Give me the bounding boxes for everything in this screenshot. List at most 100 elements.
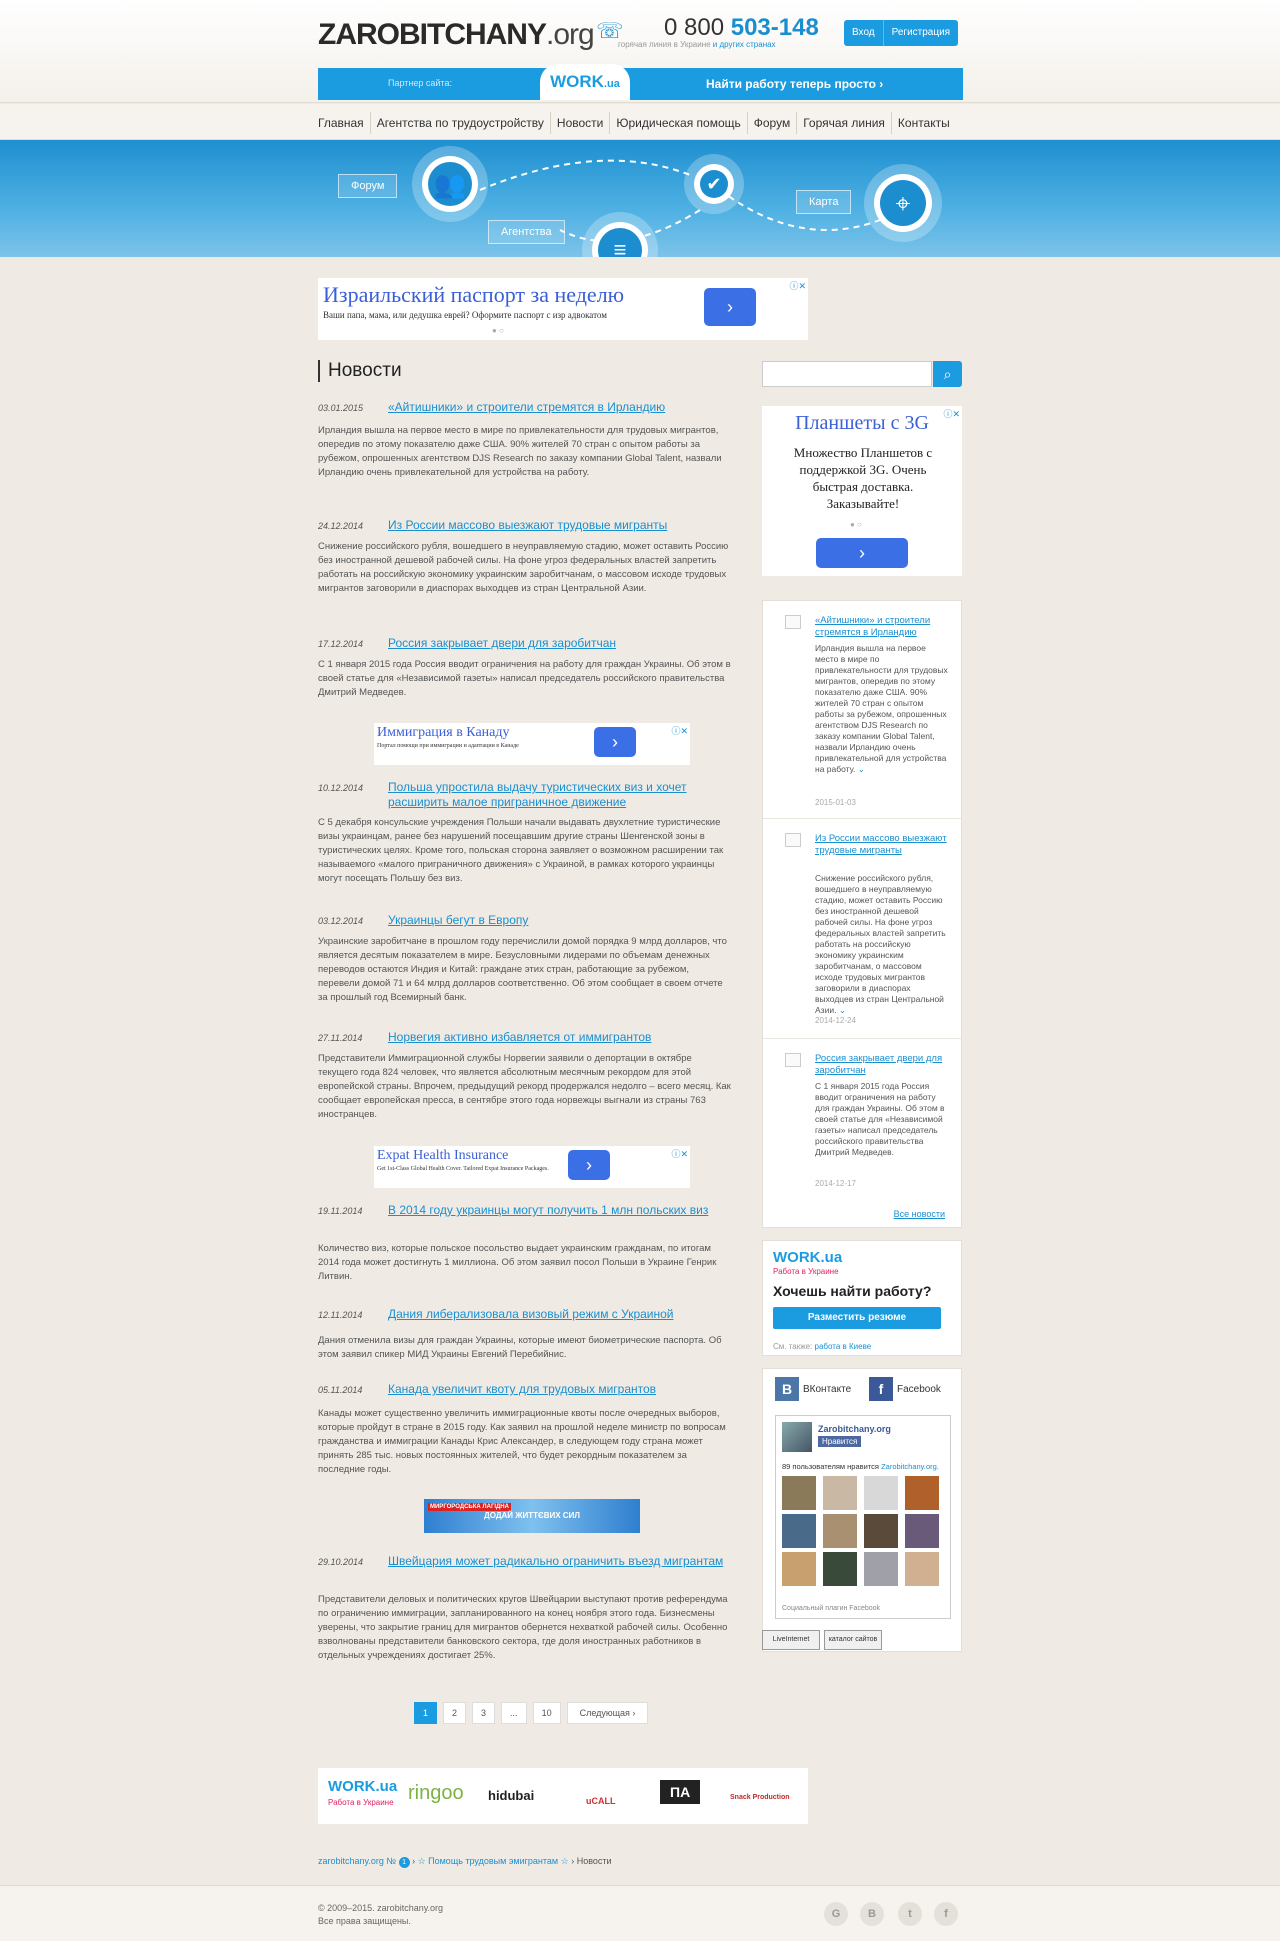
partner-cta[interactable]: Найти работу теперь просто › [706,77,883,91]
fb-like-button[interactable]: Нравится [818,1436,862,1447]
ad-banner-top[interactable]: Израильский паспорт за неделю Ваши папа,… [318,278,808,340]
ad-title[interactable]: Израильский паспорт за неделю [323,282,624,308]
avatar[interactable] [823,1514,857,1548]
nav-item-agencies[interactable]: Агентства по трудоустройству [369,112,550,134]
liveinternet-counter[interactable]: LiveInternet [762,1630,820,1650]
post-resume-button[interactable]: Разместить резюме [773,1307,941,1329]
page-10[interactable]: 10 [532,1702,561,1724]
ad-close-icon[interactable]: ⓘ✕ [789,279,806,292]
ad-banner-brand: МИРГОРОДСЬКА ЛАГІДНА [428,1503,511,1511]
partner-workua[interactable]: WORK.ua [328,1778,397,1795]
partner-hidubai[interactable]: hidubai [488,1788,534,1803]
sidebar-news-title[interactable]: «Айтишники» и строители стремятся в Ирла… [815,615,950,639]
news-title[interactable]: Из России массово выезжают трудовые мигр… [388,518,732,533]
avatar[interactable] [905,1514,939,1548]
nav-item-forum[interactable]: Форум [746,112,796,134]
ad-inline[interactable]: Иммиграция в Канаду Портал помощи при им… [374,723,690,765]
expand-icon[interactable]: ⌄ [858,764,865,774]
ad-close-icon[interactable]: ⓘ✕ [671,724,688,737]
all-news-link[interactable]: Все новости [894,1209,945,1219]
page-2[interactable]: 2 [443,1702,467,1724]
workua-logo[interactable]: WORK.ua [540,64,630,100]
catalog-counter[interactable]: каталог сайтов [824,1630,882,1650]
register-button[interactable]: Регистрация [884,20,958,46]
breadcrumb-separator: › [412,1856,416,1866]
news-title[interactable]: Швейцария может радикально ограничить въ… [388,1554,732,1569]
nav-item-contacts[interactable]: Контакты [890,112,956,134]
ad-title[interactable]: Планшеты с 3G [762,412,962,435]
nav-item-news[interactable]: Новости [549,112,609,134]
ad-close-icon[interactable]: ⓘ✕ [671,1147,688,1160]
expand-icon[interactable]: ⌄ [839,1005,846,1015]
ad-arrow-button[interactable]: › [568,1150,610,1180]
ad-arrow-button[interactable]: › [816,538,908,568]
avatar[interactable] [864,1476,898,1510]
sidebar-news-title[interactable]: Россия закрывает двери для заробитчан [815,1053,950,1077]
avatar[interactable] [905,1476,939,1510]
nav-item-hotline[interactable]: Горячая линия [796,112,891,134]
breadcrumb-home-badge: 1 [398,1857,410,1868]
partner-bar[interactable]: Партнер сайта: WORK.ua Найти работу тепе… [318,64,963,100]
news-title[interactable]: Норвегия активно избавляется от иммигран… [388,1030,732,1045]
avatar[interactable] [823,1476,857,1510]
google-plus-icon[interactable]: G [824,1902,848,1926]
tab-facebook[interactable]: f Facebook [869,1377,941,1401]
tab-vkontakte[interactable]: B ВКонтакте [775,1377,851,1401]
login-button[interactable]: Вход [844,20,884,46]
breadcrumb-section[interactable]: ☆ Помощь трудовым эмигрантам ☆ [418,1856,569,1866]
avatar[interactable] [864,1552,898,1586]
avatar[interactable] [782,1476,816,1510]
banner-agencies-label[interactable]: Агентства [488,220,565,244]
ad-sidebar[interactable]: Планшеты с 3G Множество Планшетов с подд… [762,406,962,576]
news-title[interactable]: «Айтишники» и строители стремятся в Ирла… [388,400,732,415]
site-logo[interactable]: ZAROBITCHANY.org [318,18,595,52]
vk-icon[interactable]: B [860,1902,884,1926]
partner-ucall[interactable]: uCALL [586,1796,616,1806]
ad-inline-banner[interactable]: МИРГОРОДСЬКА ЛАГІДНА ДОДАЙ ЖИТТЄВИХ СИЛ [424,1499,640,1533]
ad-title[interactable]: Expat Health Insurance [377,1148,508,1164]
fb-page-name[interactable]: Zarobitchany.org [818,1424,891,1434]
ad-title[interactable]: Иммиграция в Канаду [377,725,510,741]
breadcrumb-home[interactable]: zarobitchany.org № [318,1856,396,1866]
partner-pa[interactable]: ПА [660,1780,701,1804]
news-title[interactable]: Украинцы бегут в Европу [388,913,732,928]
next-page-button[interactable]: Следующая › [566,1702,649,1724]
map-circle[interactable]: ⌖ [874,174,932,232]
news-title[interactable]: В 2014 году украинцы могут получить 1 мл… [388,1203,732,1218]
other-countries-link[interactable]: и других странах [713,40,776,49]
avatar[interactable] [782,1552,816,1586]
news-title[interactable]: Россия закрывает двери для заробитчан [388,636,732,651]
workua-logo[interactable]: WORK.ua [773,1249,842,1266]
ad-arrow-button[interactable]: › [704,288,756,326]
ad-arrow-button[interactable]: › [594,727,636,757]
search-button[interactable]: ⌕ [933,361,962,387]
partner-ringoo[interactable]: ringoo [408,1782,464,1805]
news-title[interactable]: Польша упростила выдачу туристических ви… [388,780,732,810]
social-widget: B ВКонтакте f Facebook Zarobitchany.org Нр… [762,1368,962,1652]
banner-map-label[interactable]: Карта [796,190,852,214]
kiev-jobs-link[interactable]: работа в Киеве [815,1342,872,1351]
nav-item-home[interactable]: Главная [318,112,370,134]
page-1[interactable]: 1 [414,1702,438,1724]
nav-item-legal[interactable]: Юридическая помощь [609,112,746,134]
twitter-icon[interactable]: t [898,1902,922,1926]
ad-close-icon[interactable]: ⓘ✕ [943,407,960,420]
sidebar-news-body: Ирландия вышла на первое место в мире по… [815,643,948,774]
news-title[interactable]: Дания либерализовала визовый режим с Укр… [388,1307,732,1322]
sidebar-news-title[interactable]: Из России массово выезжают трудовые мигр… [815,833,950,857]
facebook-icon[interactable]: f [934,1902,958,1926]
avatar[interactable] [905,1552,939,1586]
fb-fans-grid [782,1476,946,1590]
avatar[interactable] [823,1552,857,1586]
news-title[interactable]: Канада увеличит квоту для трудовых мигра… [388,1382,732,1397]
fb-count-link[interactable]: Zarobitchany.org. [881,1462,939,1471]
banner-forum-label[interactable]: Форум [338,174,398,198]
page-3[interactable]: 3 [472,1702,496,1724]
partner-snack[interactable]: Snack Production [730,1794,790,1801]
fb-plugin-caption: Социальный плагин Facebook [782,1605,881,1612]
search-input[interactable] [762,361,932,387]
avatar[interactable] [782,1514,816,1548]
avatar[interactable] [864,1514,898,1548]
ad-inline[interactable]: Expat Health Insurance Get 1st-Class Glo… [374,1146,690,1188]
forum-circle[interactable]: 👥 [422,156,478,212]
